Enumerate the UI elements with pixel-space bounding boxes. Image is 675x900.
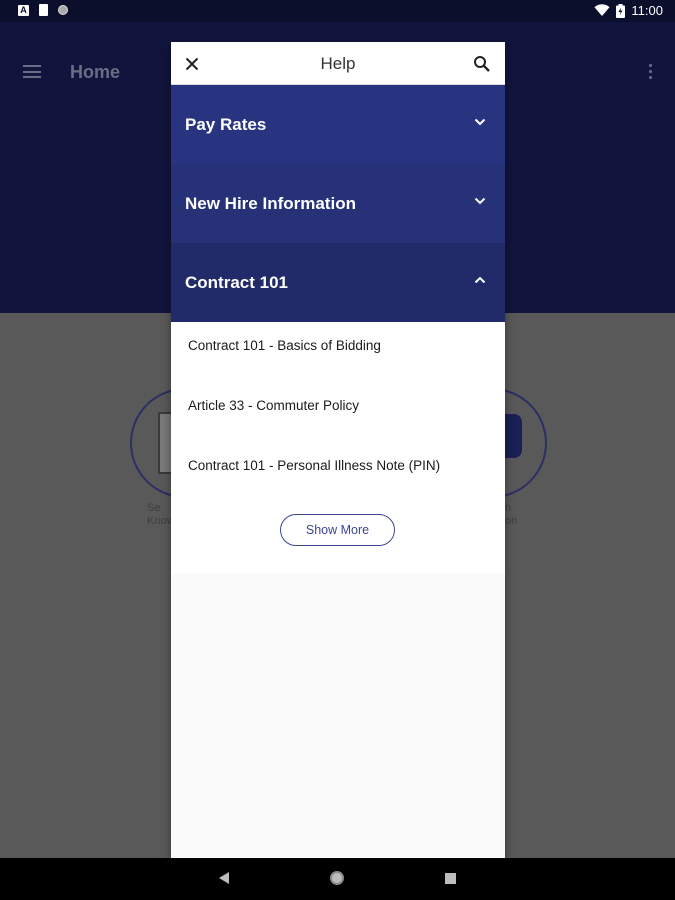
show-more-button[interactable]: Show More <box>280 514 395 546</box>
section-contract-101[interactable]: Contract 101 <box>171 243 505 322</box>
list-item[interactable]: Contract 101 - Personal Illness Note (PI… <box>188 458 440 473</box>
section-new-hire-information[interactable]: New Hire Information <box>171 164 505 243</box>
help-dialog-header: Help <box>171 42 505 85</box>
app-title: Home <box>70 62 121 82</box>
help-dialog-title: Help <box>320 54 356 73</box>
battery-icon <box>616 3 626 18</box>
overflow-menu-icon[interactable] <box>649 64 653 82</box>
status-bar-system: 11:00 <box>594 3 663 18</box>
list-item[interactable]: Article 33 - Commuter Policy <box>188 398 359 413</box>
search-icon <box>474 56 490 72</box>
circle-notification-icon <box>58 5 68 15</box>
status-time: 11:00 <box>631 3 663 18</box>
section-label: Contract 101 <box>185 273 288 292</box>
section-label: New Hire Information <box>185 194 356 213</box>
chevron-up-icon <box>474 276 486 284</box>
notification-a-icon: A <box>18 4 29 16</box>
back-icon[interactable] <box>219 872 229 884</box>
sd-card-icon <box>39 4 48 16</box>
background-tile-right-caption: h on <box>505 502 518 527</box>
status-bar-notifications: A <box>18 4 68 16</box>
search-button[interactable] <box>471 53 493 75</box>
help-dialog: Help Pay Rates New Hire Information Cont… <box>171 42 505 858</box>
section-label: Pay Rates <box>185 115 267 134</box>
section-pay-rates[interactable]: Pay Rates <box>171 85 505 164</box>
recent-apps-icon[interactable] <box>445 873 456 884</box>
hamburger-menu-icon[interactable] <box>23 65 41 78</box>
status-bar: A 11:00 <box>0 0 675 22</box>
list-item[interactable]: Contract 101 - Basics of Bidding <box>188 338 381 353</box>
chevron-down-icon <box>474 197 486 205</box>
chevron-down-icon <box>474 118 486 126</box>
home-icon[interactable] <box>330 871 344 885</box>
wifi-icon <box>594 4 610 16</box>
